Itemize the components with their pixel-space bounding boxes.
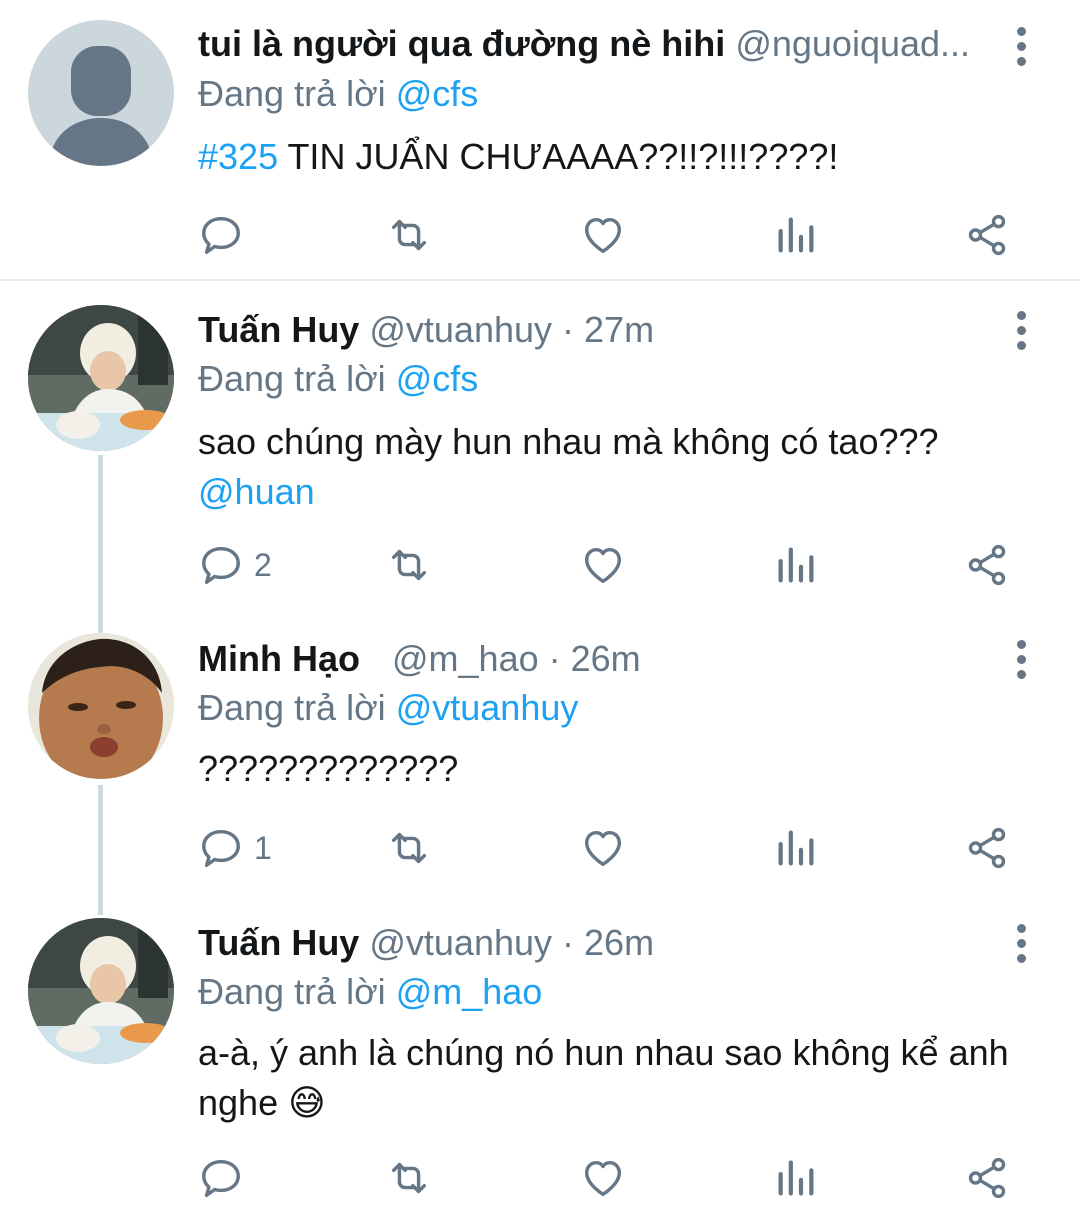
- like-button[interactable]: [580, 205, 626, 265]
- tweet-header: Tuấn Huy @vtuanhuy · 27m: [198, 306, 990, 354]
- reply-button[interactable]: [198, 1148, 254, 1208]
- analytics-button[interactable]: [773, 205, 819, 265]
- tweet-text: a-à, ý anh là chúng nó hun nhau sao khôn…: [198, 1028, 1010, 1128]
- like-icon: [580, 1155, 626, 1201]
- share-icon: [964, 542, 1010, 588]
- avatar[interactable]: [28, 918, 174, 1064]
- like-icon: [580, 212, 626, 258]
- retweet-button[interactable]: [386, 535, 432, 595]
- analytics-button[interactable]: [773, 1148, 819, 1208]
- reply-prefix: Đang trả lời: [198, 687, 386, 728]
- display-name[interactable]: Tuấn Huy: [198, 922, 359, 963]
- share-button[interactable]: [964, 205, 1010, 265]
- user-handle[interactable]: @vtuanhuy: [369, 922, 552, 963]
- reply-icon: [198, 825, 244, 871]
- share-button[interactable]: [964, 1148, 1010, 1208]
- share-button[interactable]: [964, 818, 1010, 878]
- timestamp[interactable]: · 26m: [549, 638, 641, 679]
- retweet-icon: [386, 542, 432, 588]
- reply-context: Đang trả lời @m_hao: [198, 968, 542, 1016]
- retweet-icon: [386, 825, 432, 871]
- reply-prefix: Đang trả lời: [198, 971, 386, 1012]
- reply-icon: [198, 1155, 244, 1201]
- reply-mention[interactable]: @m_hao: [396, 971, 543, 1012]
- reply-context: Đang trả lời @vtuanhuy: [198, 684, 578, 732]
- reply-button[interactable]: 2: [198, 535, 272, 595]
- analytics-icon: [773, 542, 819, 588]
- analytics-icon: [773, 1155, 819, 1201]
- display-name[interactable]: tui là người qua đường nè hihi: [198, 23, 725, 64]
- reply-mention[interactable]: @cfs: [396, 73, 479, 114]
- analytics-button[interactable]: [773, 818, 819, 878]
- avatar[interactable]: [28, 20, 174, 166]
- reply-button[interactable]: 1: [198, 818, 272, 878]
- photo-avatar-icon: [28, 918, 174, 1064]
- retweet-icon: [386, 1155, 432, 1201]
- user-handle[interactable]: @vtuanhuy: [369, 309, 552, 350]
- like-icon: [580, 825, 626, 871]
- mention-link[interactable]: @huan: [198, 467, 1010, 517]
- tweet-header: Minh Hạo @m_hao · 26m: [198, 635, 990, 683]
- action-bar: [0, 1148, 1080, 1208]
- reply-prefix: Đang trả lời: [198, 358, 386, 399]
- analytics-icon: [773, 212, 819, 258]
- tweet-text: #325 TIN JUẨN CHƯAAAA??!!?!!!????!: [198, 132, 1010, 182]
- reply-icon: [198, 542, 244, 588]
- reply-mention[interactable]: @cfs: [396, 358, 479, 399]
- like-button[interactable]: [580, 535, 626, 595]
- reply-context: Đang trả lời @cfs: [198, 355, 478, 403]
- action-bar: [0, 205, 1080, 265]
- reply-count: 2: [254, 546, 272, 583]
- action-bar: 1: [0, 818, 1080, 878]
- share-icon: [964, 1155, 1010, 1201]
- avatar[interactable]: [28, 305, 174, 451]
- avatar[interactable]: [28, 633, 174, 779]
- reply-prefix: Đang trả lời: [198, 73, 386, 114]
- user-handle[interactable]: @nguoiquad...: [735, 23, 970, 64]
- retweet-icon: [386, 212, 432, 258]
- reply-button[interactable]: [198, 205, 254, 265]
- like-button[interactable]: [580, 818, 626, 878]
- share-button[interactable]: [964, 535, 1010, 595]
- timestamp[interactable]: · 27m: [562, 309, 654, 350]
- tweet-header: tui là người qua đường nè hihi @nguoiqua…: [198, 20, 990, 68]
- share-icon: [964, 212, 1010, 258]
- like-button[interactable]: [580, 1148, 626, 1208]
- retweet-button[interactable]: [386, 818, 432, 878]
- action-bar: 2: [0, 535, 1080, 595]
- reply-context: Đang trả lời @cfs: [198, 70, 478, 118]
- user-handle[interactable]: @m_hao: [392, 638, 539, 679]
- reply-mention[interactable]: @vtuanhuy: [396, 687, 579, 728]
- share-icon: [964, 825, 1010, 871]
- divider: [0, 279, 1080, 281]
- tweet-body: TIN JUẨN CHƯAAAA??!!?!!!????!: [278, 136, 839, 177]
- timestamp[interactable]: · 26m: [562, 922, 654, 963]
- tweet-text: sao chúng mày hun nhau mà không có tao??…: [198, 417, 1010, 517]
- grinning-sweat-emoji: 😅: [288, 1082, 326, 1123]
- hashtag-link[interactable]: #325: [198, 136, 278, 177]
- more-options-button[interactable]: [1004, 919, 1038, 967]
- analytics-icon: [773, 825, 819, 871]
- default-avatar-icon: [48, 46, 154, 166]
- more-options-button[interactable]: [1004, 635, 1038, 683]
- more-options-button[interactable]: [1004, 22, 1038, 70]
- tweet-body: sao chúng mày hun nhau mà không có tao??…: [198, 421, 939, 462]
- analytics-button[interactable]: [773, 535, 819, 595]
- like-icon: [580, 542, 626, 588]
- photo-avatar-icon: [28, 633, 174, 779]
- display-name[interactable]: Tuấn Huy: [198, 309, 359, 350]
- retweet-button[interactable]: [386, 1148, 432, 1208]
- reply-count: 1: [254, 829, 272, 866]
- tweet-text: ?????????????: [198, 748, 459, 789]
- reply-icon: [198, 212, 244, 258]
- retweet-button[interactable]: [386, 205, 432, 265]
- tweet-header: Tuấn Huy @vtuanhuy · 26m: [198, 919, 990, 967]
- more-options-button[interactable]: [1004, 306, 1038, 354]
- display-name[interactable]: Minh Hạo: [198, 638, 360, 679]
- photo-avatar-icon: [28, 305, 174, 451]
